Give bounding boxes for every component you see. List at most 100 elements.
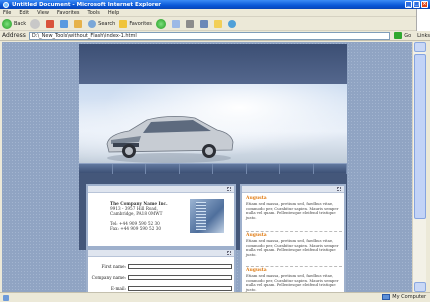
favorites-button[interactable]: Favorites: [119, 19, 152, 28]
links-button[interactable]: Links: [417, 33, 430, 39]
refresh-button[interactable]: [60, 19, 70, 28]
news-item: Augusta Etiam sed massa, pretium sed, fa…: [246, 268, 342, 292]
nav-item[interactable]: [247, 164, 280, 174]
status-bar: My Computer: [0, 292, 430, 302]
header-top-band: [79, 44, 347, 84]
panel-corner-icon: [227, 251, 231, 255]
star-icon: [119, 19, 128, 28]
news-panel: Augusta Etiam sed massa, pretium sed, fa…: [240, 184, 346, 302]
site-header: [79, 44, 347, 163]
vertical-scrollbar[interactable]: [412, 42, 426, 292]
form-row-first-name: First name:: [88, 264, 238, 269]
news-divider: [246, 231, 342, 232]
company-fax: Fax: +44 909 590 52 30: [110, 226, 162, 231]
messenger-button[interactable]: [227, 19, 238, 28]
address-label: Address: [2, 32, 26, 39]
go-arrow-icon: [394, 32, 403, 39]
menu-help[interactable]: Help: [108, 10, 119, 16]
form-row-company: Company name:: [88, 275, 238, 280]
mail-button[interactable]: [171, 19, 182, 28]
refresh-icon: [60, 19, 69, 28]
news-item: Augusta Etiam sed massa, pretium sed, fa…: [246, 233, 342, 257]
menu-tools[interactable]: Tools: [88, 10, 100, 16]
news-text: Etiam sed massa, pretium sed, faedbus vi…: [246, 201, 339, 220]
forward-arrow-icon: [30, 18, 41, 29]
panel-corner-icon: [337, 187, 341, 191]
print-button[interactable]: [185, 19, 196, 28]
first-name-label: First name:: [101, 264, 126, 269]
edit-button[interactable]: [199, 19, 210, 28]
nav-strip: [79, 163, 347, 174]
edit-icon: [199, 19, 208, 28]
company-name-label: Company name:: [91, 275, 126, 280]
scroll-down-button[interactable]: [414, 282, 426, 292]
form-row-email: E-mail:: [88, 286, 238, 291]
nav-item[interactable]: [280, 164, 314, 174]
nav-item[interactable]: [213, 164, 247, 174]
home-icon: [74, 19, 83, 28]
news-text: Etiam sed massa, pretium sed, faedbus vi…: [246, 238, 339, 257]
panel-header: [242, 186, 344, 193]
email-label: E-mail:: [110, 286, 126, 291]
folder-icon: [213, 19, 222, 28]
folder-button[interactable]: [213, 19, 224, 28]
panel-header: [88, 186, 234, 193]
nav-item[interactable]: [146, 164, 180, 174]
search-label: Search: [98, 20, 116, 27]
nav-item[interactable]: [79, 164, 113, 174]
buildings-image: [190, 199, 224, 233]
history-button[interactable]: [155, 18, 168, 29]
toolbar: Back Search Favorites: [0, 17, 416, 31]
forward-button[interactable]: [30, 18, 42, 29]
scroll-up-button[interactable]: [414, 42, 426, 52]
menu-file[interactable]: File: [3, 10, 11, 16]
car-image: [106, 116, 234, 163]
computer-icon: [382, 294, 391, 300]
stop-icon: [46, 19, 55, 28]
menu-view[interactable]: View: [37, 10, 49, 16]
favorites-label: Favorites: [129, 20, 152, 27]
maximize-button[interactable]: □: [413, 1, 420, 8]
first-name-field[interactable]: [128, 264, 232, 269]
window-controls: _ □ ×: [405, 1, 428, 8]
close-button[interactable]: ×: [421, 1, 428, 8]
address-input[interactable]: D:\_New_Tools\without_Flash\index-1.html: [28, 31, 391, 40]
menu-bar: File Edit View Favorites Tools Help: [0, 9, 430, 17]
messenger-icon: [227, 19, 236, 28]
search-icon: [88, 19, 97, 28]
panel-corner-icon: [227, 187, 231, 191]
nav-item[interactable]: [180, 164, 213, 174]
menu-favorites[interactable]: Favorites: [57, 10, 80, 16]
menu-edit[interactable]: Edit: [19, 10, 29, 16]
minimize-button[interactable]: _: [405, 1, 412, 8]
zone-label: My Computer: [392, 294, 426, 300]
company-name-field[interactable]: [128, 275, 232, 280]
company-address2: Cambridge, PA18 0MWT: [110, 211, 163, 216]
window-titlebar: Untitled Document - Microsoft Internet E…: [0, 0, 430, 9]
history-icon: [155, 18, 166, 29]
stop-button[interactable]: [46, 19, 56, 28]
news-item: Augusta Etiam sed massa, pretium sed, fa…: [246, 196, 342, 220]
email-field[interactable]: [128, 286, 232, 291]
home-button[interactable]: [74, 19, 84, 28]
company-info: The Company Name Inc. 9913 - 3957 Hill R…: [110, 201, 168, 231]
search-button[interactable]: Search: [88, 19, 116, 28]
back-label: Back: [14, 20, 27, 27]
status-zone: My Computer: [382, 294, 426, 300]
window-title: Untitled Document - Microsoft Internet E…: [12, 1, 162, 8]
back-button[interactable]: Back: [2, 18, 27, 29]
go-button[interactable]: Go: [394, 32, 411, 39]
mail-icon: [171, 19, 180, 28]
nav-item[interactable]: [113, 164, 146, 174]
news-divider: [246, 266, 342, 267]
news-text: Etiam sed massa, pretium sed, faedbus vi…: [246, 273, 339, 292]
company-panel: The Company Name Inc. 9913 - 3957 Hill R…: [86, 184, 236, 248]
scroll-thumb[interactable]: [414, 54, 426, 219]
nav-item[interactable]: [314, 164, 347, 174]
address-value: D:\_New_Tools\without_Flash\index-1.html: [31, 32, 137, 39]
print-icon: [185, 19, 194, 28]
windows-logo-icon: [416, 9, 430, 31]
panel-header: [88, 250, 234, 257]
address-bar: Address D:\_New_Tools\without_Flash\inde…: [0, 31, 430, 41]
go-label: Go: [404, 32, 412, 39]
